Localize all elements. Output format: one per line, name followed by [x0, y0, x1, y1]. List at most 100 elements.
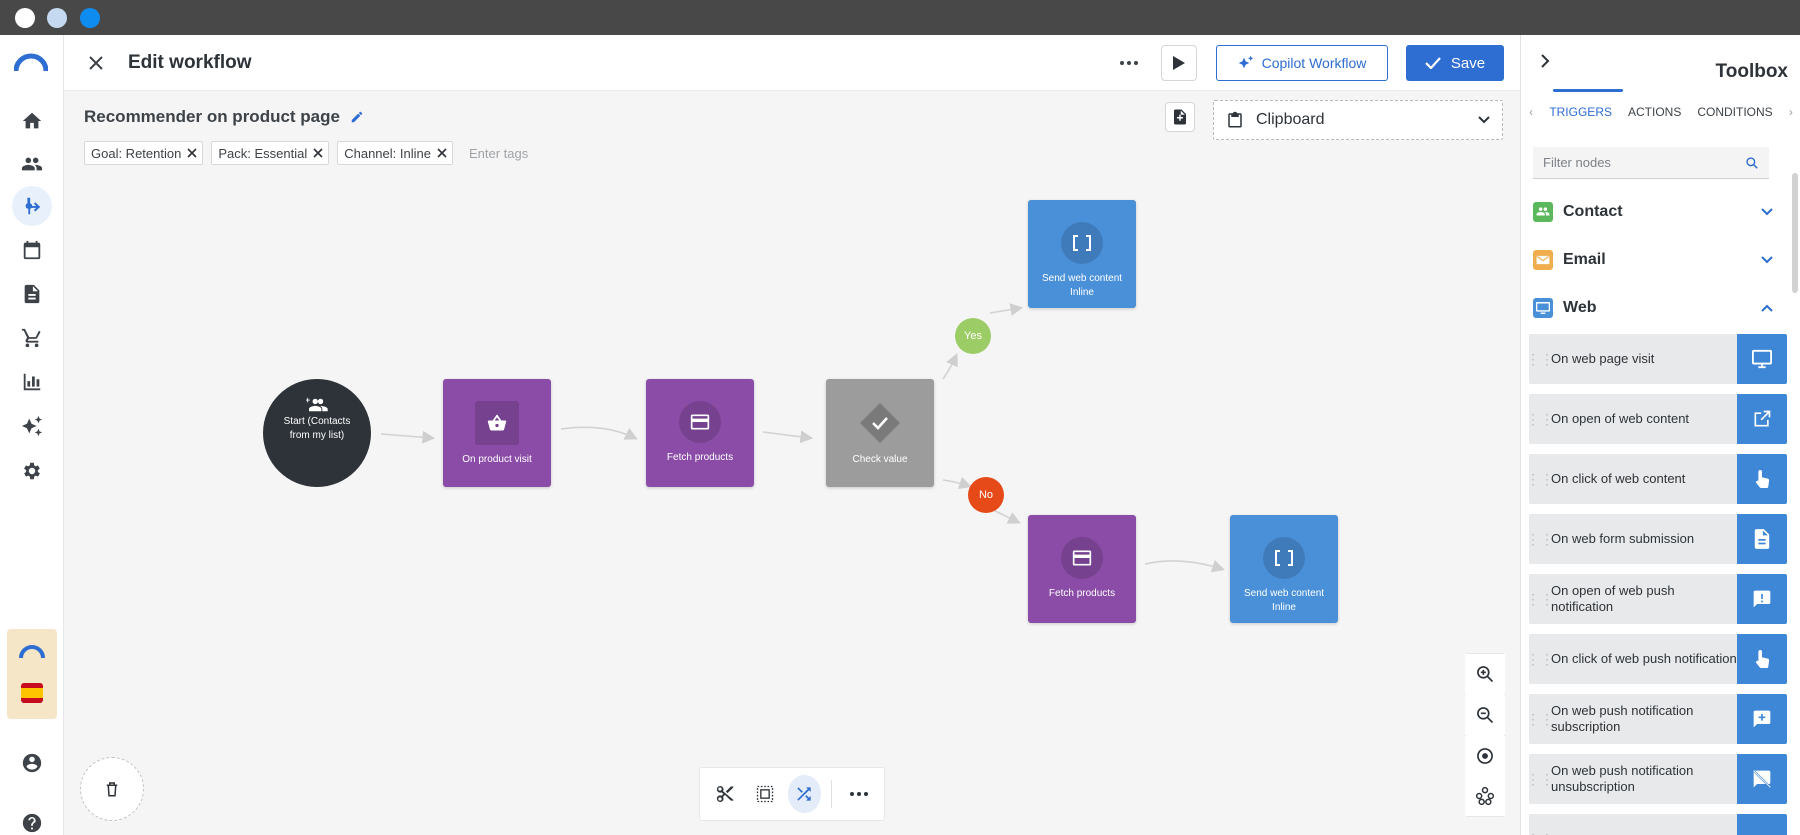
help-icon[interactable]	[12, 803, 52, 835]
item-label: On web page visit	[1551, 351, 1655, 366]
center-view-icon[interactable]	[1465, 736, 1505, 776]
drag-handle-icon[interactable]: ⋮⋮	[1526, 694, 1554, 744]
brand-logo	[19, 645, 45, 659]
drag-handle-icon[interactable]: ⋮⋮	[1526, 634, 1554, 684]
zoom-in-icon[interactable]	[1465, 654, 1505, 694]
tab-triggers[interactable]: TRIGGERS	[1541, 105, 1620, 119]
scissors-icon[interactable]	[708, 775, 742, 813]
contacts-icon	[1533, 202, 1553, 222]
auto-layout-icon[interactable]	[1465, 776, 1505, 816]
open-external-icon	[1737, 394, 1787, 444]
category-web[interactable]: Web	[1533, 293, 1773, 323]
zoom-out-icon[interactable]	[1465, 695, 1505, 735]
drag-handle-icon[interactable]: ⋮⋮	[1526, 754, 1554, 804]
user-account-icon[interactable]	[12, 743, 52, 783]
workflow-canvas[interactable]: Recommender on product page Goal: Retent…	[64, 91, 1520, 835]
tabs-scroll-right-icon[interactable]: ›	[1781, 105, 1800, 119]
select-area-icon[interactable]	[748, 775, 782, 813]
workflow-icon[interactable]	[12, 186, 52, 226]
copilot-workflow-button[interactable]: Copilot Workflow	[1216, 45, 1388, 81]
node-send-web-content[interactable]: Send web content Inline	[1230, 515, 1338, 623]
card-icon	[679, 401, 721, 443]
left-nav-sidebar	[0, 35, 64, 835]
toolbox-item[interactable]: ⋮⋮ On open of web push notification	[1526, 574, 1787, 624]
category-email[interactable]: Email	[1533, 245, 1773, 275]
save-button[interactable]: Save	[1406, 45, 1504, 81]
toolbox-scrollbar[interactable]	[1792, 173, 1798, 293]
active-tab-indicator	[1553, 89, 1623, 92]
start-node[interactable]: Start (Contacts from my list)	[263, 379, 371, 487]
trash-icon	[106, 782, 118, 797]
chevron-right-icon[interactable]	[1535, 51, 1555, 71]
page-title: Edit workflow	[128, 52, 252, 73]
toolbox-panel: Toolbox ‹ TRIGGERS ACTIONS CONDITIONS › …	[1520, 35, 1800, 835]
card-icon	[1061, 537, 1103, 579]
drag-handle-icon[interactable]: ⋮⋮	[1526, 334, 1554, 384]
toolbox-item-partial[interactable]: ⋮⋮	[1526, 814, 1787, 835]
app-logo[interactable]	[14, 51, 48, 73]
node-fetch-products[interactable]: Fetch products	[1028, 515, 1136, 623]
tabs-scroll-left-icon[interactable]: ‹	[1521, 105, 1541, 119]
drag-handle-icon[interactable]: ⋮⋮	[1526, 814, 1554, 835]
node-label: Start (Contacts from my list)	[283, 416, 351, 441]
filter-nodes-input[interactable]: Filter nodes	[1533, 147, 1769, 179]
item-label: On open of web push notification	[1551, 583, 1675, 614]
account-brand-panel[interactable]	[7, 629, 57, 719]
document-icon[interactable]	[12, 274, 52, 314]
settings-gear-icon[interactable]	[12, 451, 52, 491]
close-editor-icon[interactable]	[84, 51, 108, 75]
message-off-icon	[1737, 754, 1787, 804]
item-label: On open of web content	[1551, 411, 1690, 426]
filter-placeholder: Filter nodes	[1543, 155, 1611, 170]
drag-handle-icon[interactable]: ⋮⋮	[1526, 514, 1554, 564]
calendar-icon[interactable]	[12, 230, 52, 270]
chevron-up-icon	[1761, 304, 1773, 312]
node-check-value[interactable]: Check value	[826, 379, 934, 487]
toolbox-tabs: ‹ TRIGGERS ACTIONS CONDITIONS ›	[1521, 97, 1800, 127]
contacts-icon[interactable]	[12, 144, 52, 184]
analytics-icon[interactable]	[12, 362, 52, 402]
toolbox-item[interactable]: ⋮⋮ On web page visit	[1526, 334, 1787, 384]
category-label: Web	[1563, 299, 1597, 316]
window-minimize-button[interactable]	[47, 8, 67, 28]
item-label: On web push notification subscription	[1551, 703, 1694, 734]
toolbox-item[interactable]: ⋮⋮ On click of web push notification	[1526, 634, 1787, 684]
run-workflow-button[interactable]	[1161, 45, 1197, 81]
chevron-down-icon	[1761, 256, 1773, 264]
spain-flag-icon[interactable]	[21, 683, 43, 703]
shuffle-connector-icon[interactable]	[787, 775, 822, 813]
drag-handle-icon[interactable]: ⋮⋮	[1526, 454, 1554, 504]
category-contact[interactable]: Contact	[1533, 197, 1773, 227]
node-label: Fetch products	[666, 452, 734, 463]
drag-handle-icon[interactable]: ⋮⋮	[1526, 574, 1554, 624]
editor-header: Edit workflow Copilot Workflow Save	[64, 35, 1520, 91]
drag-handle-icon[interactable]: ⋮⋮	[1526, 394, 1554, 444]
sparkle-icon[interactable]	[12, 406, 52, 446]
search-icon	[1746, 156, 1758, 169]
item-label: On click of web content	[1551, 471, 1686, 486]
toolbox-item[interactable]: ⋮⋮ On web push notification subscription	[1526, 694, 1787, 744]
toolbox-item[interactable]: ⋮⋮ On web form submission	[1526, 514, 1787, 564]
more-options-icon[interactable]	[1114, 49, 1144, 77]
toolbox-item[interactable]: ⋮⋮ On click of web content	[1526, 454, 1787, 504]
node-send-web-content[interactable]: Send web content Inline	[1028, 200, 1136, 308]
branch-yes-badge: Yes	[955, 318, 991, 354]
toolbox-item[interactable]: ⋮⋮ On web push notification unsubscripti…	[1526, 754, 1787, 804]
node-label: Send web content Inline	[1041, 273, 1123, 298]
sparkle-icon	[1238, 55, 1253, 69]
node-label: Fetch products	[1048, 588, 1116, 599]
node-fetch-products[interactable]: Fetch products	[646, 379, 754, 487]
monitor-icon	[1533, 298, 1553, 318]
branch-no-badge: No	[968, 477, 1004, 513]
more-options-icon[interactable]	[842, 775, 876, 813]
window-close-button[interactable]	[15, 8, 35, 28]
toolbox-item[interactable]: ⋮⋮ On open of web content	[1526, 394, 1787, 444]
node-on-product-visit[interactable]: On product visit	[443, 379, 551, 487]
window-maximize-button[interactable]	[80, 8, 100, 28]
tab-conditions[interactable]: CONDITIONS	[1689, 105, 1780, 119]
trash-drop-zone[interactable]	[80, 757, 144, 821]
cart-icon[interactable]	[12, 318, 52, 358]
add-contacts-icon	[306, 397, 328, 412]
tab-actions[interactable]: ACTIONS	[1620, 105, 1689, 119]
home-icon[interactable]	[12, 101, 52, 141]
